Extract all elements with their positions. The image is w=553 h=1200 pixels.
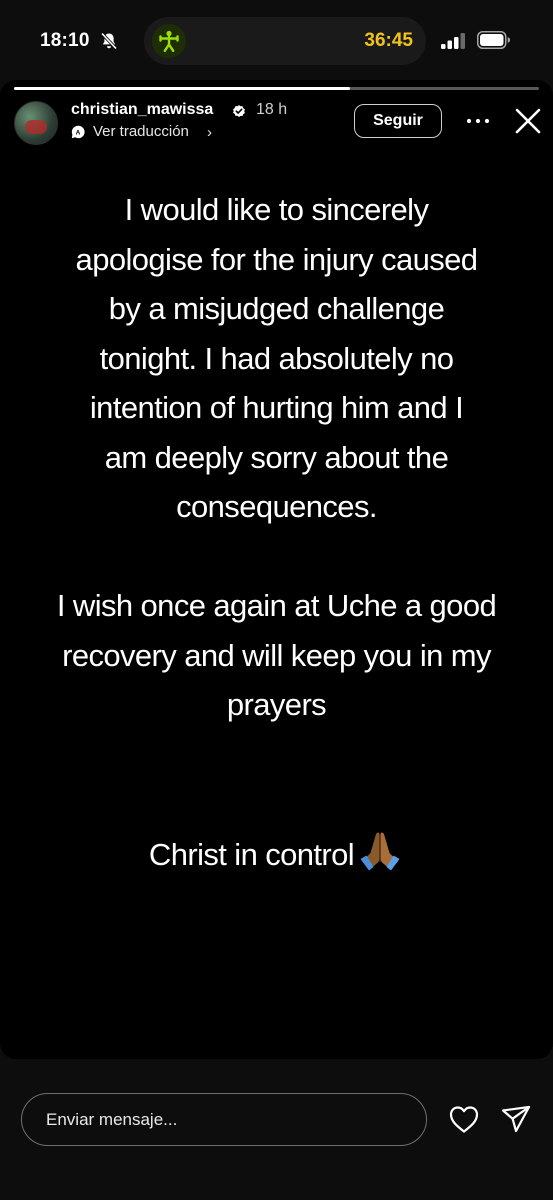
more-options-icon[interactable] [465, 110, 491, 132]
verified-badge-icon [233, 105, 245, 117]
activity-timer: 36:45 [364, 30, 413, 51]
story-text-line: am deeply sorry about the [104, 439, 449, 475]
story-text-line: tonight. I had absolutely no [99, 340, 454, 376]
story-text-line: I wish once again at Uche a good [56, 588, 497, 623]
story-text-line: consequences. [176, 489, 377, 524]
send-icon[interactable] [500, 1103, 532, 1135]
story-progress-fill [14, 87, 350, 90]
story-text-line: apologise for the injury caused [75, 241, 478, 277]
status-time: 18:10 [40, 30, 90, 51]
dynamic-island[interactable]: 36:45 [144, 17, 426, 65]
folded-hands-emoji-icon [360, 832, 400, 870]
story-text-line: intention of hurting him and I [89, 390, 464, 425]
see-translation-label: Ver traducción [93, 123, 189, 140]
close-icon[interactable] [512, 105, 544, 137]
avatar[interactable] [14, 101, 58, 145]
heart-icon[interactable] [448, 1104, 480, 1134]
story-viewer[interactable]: christian_mawissa 18 h A Ver traducción … [0, 80, 553, 1059]
battery-icon [477, 31, 511, 49]
story-progress-bar [14, 87, 539, 90]
svg-text:A: A [76, 130, 81, 137]
chevron-right-icon: › [207, 124, 212, 141]
username[interactable]: christian_mawissa [71, 101, 213, 119]
story-text-line: I would like to sincerely [124, 192, 429, 227]
bell-slash-icon [100, 32, 118, 50]
follow-button[interactable]: Seguir [354, 104, 442, 138]
message-input[interactable] [21, 1093, 427, 1146]
story-text-line: prayers [226, 687, 327, 722]
fitness-activity-icon [152, 24, 186, 58]
status-bar: 18:10 36:45 [0, 0, 553, 80]
story-text-line: by a misjudged challenge [108, 291, 445, 326]
story-text: I would like to sincerely apologise for … [20, 185, 533, 879]
story-text-closing-line: Christ in control [20, 829, 533, 880]
story-age: 18 h [256, 101, 288, 118]
story-text-line: recovery and will keep you in my [62, 637, 491, 673]
translate-icon: A [71, 125, 85, 139]
story-text-line: Christ in control [148, 836, 355, 872]
cellular-signal-icon [441, 33, 465, 49]
